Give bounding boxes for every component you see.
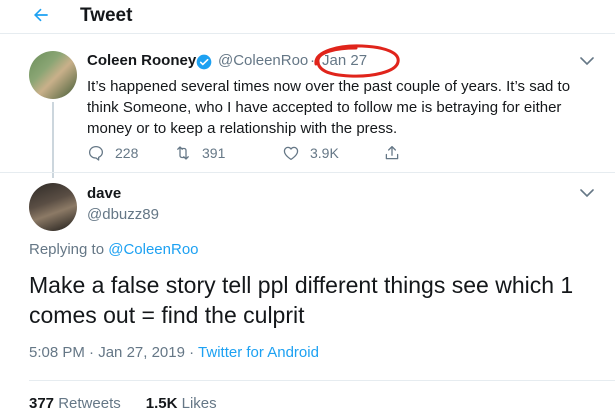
tweet-metadata: 5:08 PM · Jan 27, 2019 · Twitter for And… (29, 344, 319, 361)
divider (29, 380, 615, 381)
author-handle[interactable]: @ColeenRoo (218, 52, 308, 69)
like-icon (283, 146, 299, 161)
chevron-down-icon[interactable] (580, 56, 594, 66)
tweet-full-date[interactable]: Jan 27, 2019 (98, 344, 185, 361)
tweet-time[interactable]: 5:08 PM (29, 344, 85, 361)
back-arrow-icon[interactable] (31, 5, 51, 25)
divider (0, 172, 615, 173)
separator-dot: · (89, 344, 95, 361)
tweet-actions: 228 391 3.9K (87, 143, 447, 163)
reply-count: 228 (115, 145, 139, 161)
reply-button[interactable]: 228 (87, 143, 138, 163)
likes-count: 1.5K (145, 395, 178, 412)
reply-text: Make a false story tell ppl different th… (29, 272, 574, 328)
retweet-count: 391 (202, 145, 226, 161)
author-name[interactable]: dave (87, 185, 121, 202)
tweet-date[interactable]: Jan 27 (322, 52, 367, 69)
thread-line (52, 102, 54, 178)
reply-icon (88, 145, 104, 161)
author-name[interactable]: Coleen Rooney (87, 52, 196, 69)
retweet-icon (177, 146, 189, 160)
retweets-label: Retweets (58, 395, 121, 412)
avatar[interactable] (29, 183, 77, 231)
tweet-text: It’s happened several times now over the… (87, 78, 571, 137)
author-handle[interactable]: @dbuzz89 (87, 206, 159, 223)
separator-dot: · (310, 52, 315, 69)
tweet-stats: 377 Retweets 1.5K Likes (29, 395, 217, 412)
retweet-button[interactable]: 391 (174, 143, 225, 163)
likes-stat[interactable]: 1.5K Likes (146, 395, 217, 412)
like-button[interactable]: 3.9K (282, 143, 339, 163)
replying-to-prefix: Replying to (29, 241, 109, 258)
share-button[interactable] (383, 143, 411, 163)
verified-icon (196, 54, 212, 70)
page-title: Tweet (80, 5, 133, 26)
tweet-source-link[interactable]: Twitter for Android (198, 344, 319, 361)
replying-to-link[interactable]: @ColeenRoo (108, 241, 198, 258)
separator-dot: · (189, 344, 195, 361)
retweets-stat[interactable]: 377 Retweets (29, 395, 121, 412)
likes-label: Likes (181, 395, 217, 412)
retweets-count: 377 (29, 395, 55, 412)
header: Tweet (0, 0, 615, 34)
chevron-down-icon[interactable] (580, 188, 594, 198)
like-count: 3.9K (310, 145, 339, 161)
avatar[interactable] (29, 51, 77, 99)
share-icon (385, 145, 399, 160)
replying-to: Replying to @ColeenRoo (29, 241, 199, 258)
